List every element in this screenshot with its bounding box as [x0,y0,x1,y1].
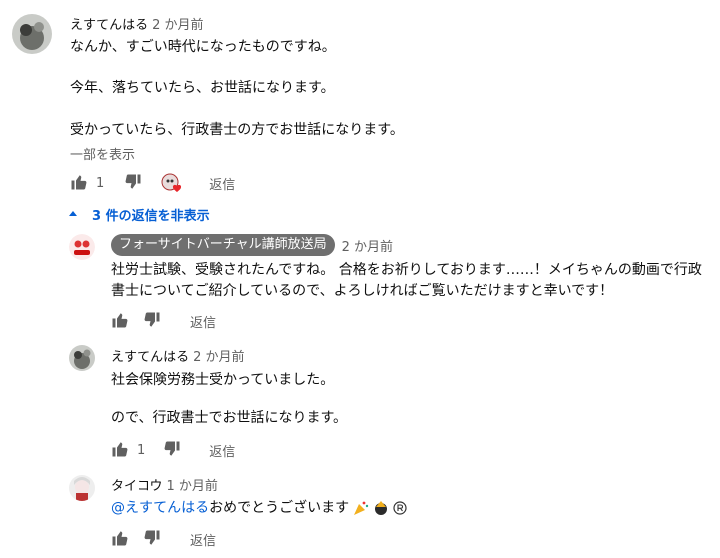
reply-line: @えすてんはる おめでとうございます [111,498,407,518]
commenter-avatar[interactable] [69,475,95,501]
reply-header: えすてんはる 2 か月前 [111,346,245,365]
thumbs-down-icon[interactable] [163,440,183,460]
hide-replies-label: 3 件の返信を非表示 [92,209,210,224]
commenter-avatar[interactable] [12,14,52,54]
reply-header: フォーサイトバーチャル講師放送局 2 か月前 [111,234,393,256]
show-less-link[interactable]: 一部を表示 [70,144,135,163]
like-count: 1 [137,442,146,458]
comment-line: 今年、落ちていたら、お世話になります。 [70,80,335,96]
thumbs-up-icon[interactable] [70,173,90,193]
thumbs-down-icon[interactable] [124,173,144,193]
hide-replies-toggle[interactable]: 3 件の返信を非表示 [68,205,210,224]
caret-up-icon [68,208,82,222]
reply-button[interactable]: 返信 [209,441,235,460]
thumbs-up-icon[interactable] [111,311,131,331]
reply-action-bar: 1 返信 [111,440,235,460]
thumbs-up-icon[interactable] [111,529,131,549]
reply-author[interactable]: えすてんはる [111,350,189,365]
reply-time[interactable]: 2 か月前 [342,236,393,255]
celebration-emoji-icon [373,500,389,516]
reply-line: ので、行政書士でお世話になります。 [111,410,348,426]
reply-header: タイコウ 1 か月前 [111,475,218,494]
reply-action-bar: 返信 [111,529,216,549]
thumbs-up-icon[interactable] [111,440,131,460]
mention-link[interactable]: @えすてんはる [111,498,209,518]
comment-action-bar: 1 返信 [70,173,235,193]
reply-time[interactable]: 2 か月前 [193,350,244,365]
reply-text: おめでとうございます [209,500,350,516]
comment-header: えすてんはる 2 か月前 [70,14,204,33]
comment-author[interactable]: えすてんはる [70,18,148,33]
comment-line: 受かっていたら、行政書士の方でお世話になります。 [70,122,404,138]
channel-owner-badge[interactable]: フォーサイトバーチャル講師放送局 [111,234,335,256]
creator-heart-icon [161,173,185,193]
thumbs-down-icon[interactable] [143,529,163,549]
registered-sign-icon [393,501,407,515]
reply-button[interactable]: 返信 [190,530,216,549]
comment-line: なんか、すごい時代になったものですね。 [70,39,336,55]
reply-line: 書士についてご紹介しているので、よろしければご覧いただけますと幸いです！ [111,283,614,299]
reply-author[interactable]: タイコウ [111,479,162,494]
reply-button[interactable]: 返信 [209,174,235,193]
reply-line: 社労士試験、受験されたんですね。 合格をお祈りしております……！メイちゃんの動画… [111,262,702,278]
thumbs-down-icon[interactable] [143,311,163,331]
reply-line: 社会保険労務士受かっていました。 [111,372,335,388]
reply-button[interactable]: 返信 [190,312,216,331]
comment-time[interactable]: 2 か月前 [152,18,203,33]
reply-action-bar: 返信 [111,311,216,331]
commenter-avatar[interactable] [69,345,95,371]
channel-avatar[interactable] [69,234,95,260]
reply-time[interactable]: 1 か月前 [166,479,217,494]
like-count: 1 [96,175,105,191]
party-popper-emoji-icon [353,500,369,516]
